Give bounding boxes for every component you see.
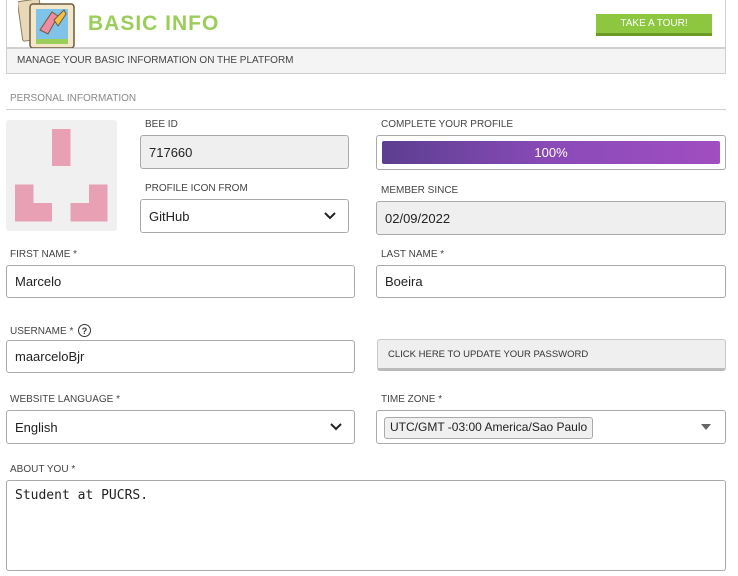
- profile-icon-from-label: PROFILE ICON FROM: [145, 183, 248, 194]
- update-password-button[interactable]: CLICK HERE TO UPDATE YOUR PASSWORD: [377, 339, 726, 371]
- profile-progress: 100%: [376, 135, 726, 170]
- avatar-cell: [33, 203, 52, 222]
- member-since-field: 02/09/2022: [376, 201, 726, 235]
- username-input[interactable]: maarceloBjr: [6, 340, 355, 373]
- bee-id-field: 717660: [140, 135, 349, 169]
- timezone-select[interactable]: UTC/GMT -03:00 America/Sao Paulo: [376, 410, 726, 444]
- avatar-cell: [52, 129, 71, 148]
- bee-id-label: BEE ID: [145, 119, 178, 130]
- section-divider: [6, 109, 726, 110]
- first-name-label: FIRST NAME *: [10, 249, 78, 260]
- time-zone-label: TIME ZONE *: [381, 394, 443, 405]
- profile-card-icon: [17, 0, 80, 49]
- page-title: BASIC INFO: [88, 12, 220, 35]
- website-language-label: WEBSITE LANGUAGE *: [10, 394, 121, 405]
- avatar-cell: [15, 203, 34, 222]
- last-name-label: LAST NAME *: [381, 249, 445, 260]
- chevron-down-icon: [324, 210, 336, 222]
- last-name-input[interactable]: Boeira: [376, 265, 726, 298]
- avatar-cell: [89, 184, 108, 203]
- avatar-cell: [15, 184, 34, 203]
- timezone-selected-chip: UTC/GMT -03:00 America/Sao Paulo: [384, 417, 594, 439]
- member-since-label: MEMBER SINCE: [381, 185, 459, 196]
- username-label: USERNAME *: [10, 326, 74, 337]
- avatar: [6, 120, 117, 231]
- avatar-cell: [52, 147, 71, 166]
- about-you-textarea[interactable]: Student at PUCRS.: [6, 480, 726, 571]
- language-select-value: English: [15, 419, 58, 435]
- complete-profile-label: COMPLETE YOUR PROFILE: [381, 119, 514, 130]
- about-you-label: ABOUT YOU *: [10, 464, 76, 475]
- avatar-cell: [70, 203, 89, 222]
- profile-icon-select[interactable]: GitHub: [140, 199, 349, 233]
- take-tour-button[interactable]: TAKE A TOUR!: [596, 14, 712, 36]
- avatar-cell: [89, 203, 108, 222]
- page-subtitle: MANAGE YOUR BASIC INFORMATION ON THE PLA…: [6, 48, 726, 74]
- profile-progress-text: 100%: [534, 145, 568, 160]
- first-name-input[interactable]: Marcelo: [6, 265, 355, 298]
- language-select[interactable]: English: [6, 410, 355, 444]
- profile-icon-select-value: GitHub: [149, 208, 190, 224]
- help-icon[interactable]: ?: [78, 324, 91, 337]
- section-label: PERSONAL INFORMATION: [10, 93, 137, 104]
- caret-down-icon: [701, 424, 711, 430]
- chevron-down-icon: [330, 421, 342, 433]
